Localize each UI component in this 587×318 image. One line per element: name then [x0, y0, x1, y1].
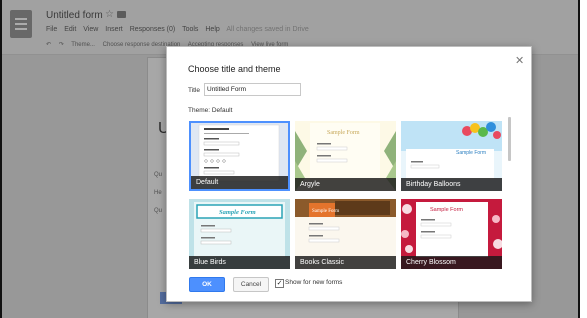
- theme-caption: Birthday Balloons: [401, 178, 502, 191]
- theme-caption: Default: [191, 176, 288, 189]
- show-for-new-forms-label: Show for new forms: [285, 279, 343, 286]
- title-input[interactable]: [204, 83, 301, 96]
- theme-label: Theme: Default: [188, 107, 233, 114]
- sample-form-text: Sample Form: [219, 209, 256, 216]
- theme-caption: Cherry Blossom: [401, 256, 502, 269]
- choose-title-theme-dialog: ✕ Choose title and theme Title Theme: De…: [166, 46, 532, 302]
- theme-caption: Blue Birds: [189, 256, 290, 269]
- sample-form-text: Sample Form: [327, 130, 360, 136]
- theme-default[interactable]: Default: [189, 121, 290, 191]
- sample-form-text: Sample Form: [312, 209, 339, 214]
- theme-gallery: Default Sample Form Argyle Sample Form B…: [187, 119, 507, 274]
- sample-form-text: Sample Form: [456, 150, 486, 156]
- dialog-title: Choose title and theme: [188, 64, 281, 74]
- sample-form-text: Sample Form: [430, 207, 463, 213]
- title-label: Title: [188, 87, 201, 94]
- close-icon[interactable]: ✕: [515, 54, 524, 67]
- theme-argyle[interactable]: Sample Form Argyle: [295, 121, 396, 191]
- cancel-button[interactable]: Cancel: [233, 277, 269, 292]
- theme-books-classic[interactable]: Sample Form Books Classic: [295, 199, 396, 269]
- right-margin: [580, 0, 587, 318]
- theme-caption: Books Classic: [295, 256, 396, 269]
- theme-scrollbar[interactable]: [508, 117, 511, 161]
- theme-blue-birds[interactable]: Sample Form Blue Birds: [189, 199, 290, 269]
- ok-button[interactable]: OK: [189, 277, 225, 292]
- theme-cherry-blossom[interactable]: Sample Form Cherry Blossom: [401, 199, 502, 269]
- theme-birthday-balloons[interactable]: Sample Form Birthday Balloons: [401, 121, 502, 191]
- theme-caption: Argyle: [295, 178, 396, 191]
- show-for-new-forms-checkbox[interactable]: ✓: [275, 279, 284, 288]
